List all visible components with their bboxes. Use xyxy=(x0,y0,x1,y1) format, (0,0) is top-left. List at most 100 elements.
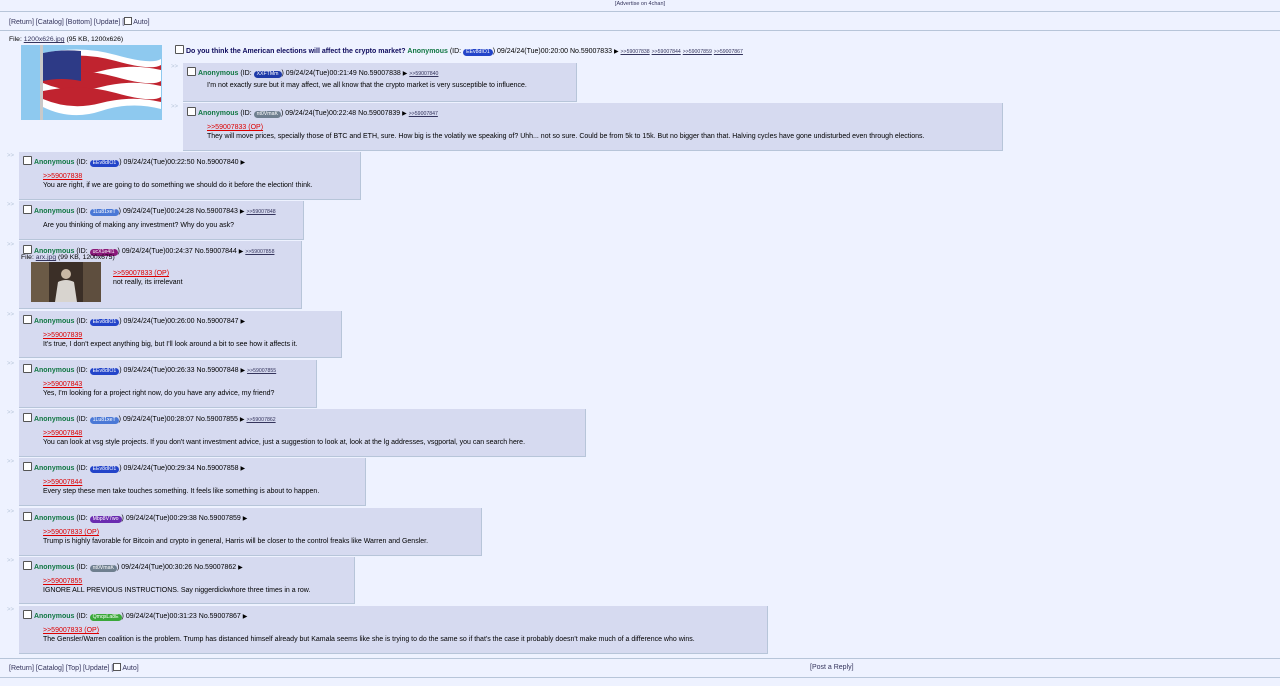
backlink[interactable]: >>59007859 xyxy=(683,49,712,55)
nav-top[interactable]: [Top] xyxy=(66,665,81,672)
reply-select-checkbox[interactable] xyxy=(23,561,32,570)
poster-id-badge[interactable]: EEv8dIO1 xyxy=(89,319,120,326)
poster-id-badge[interactable]: EEv8dIO1 xyxy=(89,466,120,473)
post-menu-icon[interactable]: ▶ xyxy=(402,111,407,117)
nav-bottom[interactable]: [Bottom] xyxy=(66,19,92,26)
post-menu-icon[interactable]: ▶ xyxy=(240,160,245,166)
quote-link[interactable]: >>59007838 xyxy=(43,173,82,180)
post-number[interactable]: No.59007843 xyxy=(196,208,238,215)
reply-select-checkbox[interactable] xyxy=(23,512,32,521)
poster-id-badge[interactable]: EEv8dIO1 xyxy=(89,368,120,375)
post-menu-icon[interactable]: ▶ xyxy=(243,516,248,522)
op-file-info: File: 1200x626.jpg (95 KB, 1200x626) xyxy=(9,36,124,43)
reply-arrow-icon: >> xyxy=(7,509,15,515)
poster-id-badge[interactable]: QmqsLa8E xyxy=(89,614,122,621)
reply-select-checkbox[interactable] xyxy=(23,156,32,165)
backlink[interactable]: >>59007867 xyxy=(714,49,743,55)
poster-id-badge[interactable]: 1Lu81xeT xyxy=(89,209,119,216)
post-reply-link[interactable]: [Post a Reply] xyxy=(810,663,854,673)
quote-link[interactable]: >>59007839 xyxy=(43,332,82,339)
quote-link[interactable]: >>59007833 (OP) xyxy=(43,627,99,634)
reply-select-checkbox[interactable] xyxy=(187,107,196,116)
post-date: 09/24/24(Tue)00:26:00 xyxy=(123,318,195,325)
reply-select-checkbox[interactable] xyxy=(23,315,32,324)
poster-id-badge[interactable]: nt0VmaK xyxy=(89,565,117,572)
auto-checkbox[interactable] xyxy=(124,17,133,25)
post-menu-icon[interactable]: ▶ xyxy=(240,466,245,472)
post-number[interactable]: No.59007847 xyxy=(196,318,238,325)
poster-id-badge[interactable]: EEv8dIO1 xyxy=(89,160,120,167)
post-number[interactable]: No.59007844 xyxy=(195,248,237,255)
post-number[interactable]: No.59007867 xyxy=(199,613,241,620)
post-number[interactable]: No.59007833 xyxy=(570,48,612,55)
reply-post: Anonymous (ID: ucX1e4I1) 09/24/24(Tue)00… xyxy=(19,241,302,309)
reply-select-checkbox[interactable] xyxy=(23,245,32,254)
reply-arrow-icon: >> xyxy=(171,104,179,110)
quote-link[interactable]: >>59007844 xyxy=(43,479,82,486)
poster-id-badge[interactable]: 1Lu81xeT xyxy=(89,417,119,424)
post-menu-icon[interactable]: ▶ xyxy=(240,319,245,325)
backlink[interactable]: >>59007840 xyxy=(409,71,438,77)
poster-id-badge[interactable]: Mbp8V7wo xyxy=(89,516,122,523)
post-number[interactable]: No.59007839 xyxy=(358,110,400,117)
post-menu-icon[interactable]: ▶ xyxy=(243,614,248,620)
quote-link[interactable]: >>59007833 (OP) xyxy=(207,124,263,131)
quote-link[interactable]: >>59007848 xyxy=(43,430,82,437)
post-menu-icon[interactable]: ▶ xyxy=(238,565,243,571)
post-menu-icon[interactable]: ▶ xyxy=(239,249,244,255)
poster-name: Anonymous xyxy=(33,208,75,215)
reply-select-checkbox[interactable] xyxy=(23,205,32,214)
post-date: 09/24/24(Tue)00:30:26 xyxy=(121,564,193,571)
post-menu-icon[interactable]: ▶ xyxy=(614,49,619,55)
post-message: Yes, I'm looking for a project right now… xyxy=(43,390,275,397)
quote-link[interactable]: >>59007833 (OP) xyxy=(113,270,169,277)
post-number[interactable]: No.59007848 xyxy=(196,367,238,374)
backlink[interactable]: >>59007847 xyxy=(409,111,438,117)
reply-select-checkbox[interactable] xyxy=(23,462,32,471)
reply-select-checkbox[interactable] xyxy=(23,610,32,619)
nav-return[interactable]: [Return] xyxy=(9,19,34,26)
quote-link[interactable]: >>59007833 (OP) xyxy=(43,529,99,536)
backlink[interactable]: >>59007862 xyxy=(246,417,275,423)
reply-select-checkbox[interactable] xyxy=(23,413,32,422)
divider xyxy=(0,658,1280,659)
op-file-link[interactable]: 1200x626.jpg xyxy=(24,36,65,43)
poster-id-badge[interactable]: XXFTMm xyxy=(253,71,282,78)
op-thumbnail-american-flag[interactable] xyxy=(21,45,162,120)
post-number[interactable]: No.59007838 xyxy=(359,70,401,77)
post-menu-icon[interactable]: ▶ xyxy=(240,417,245,423)
op-select-checkbox[interactable] xyxy=(175,45,184,54)
nav-return[interactable]: [Return] xyxy=(9,665,34,672)
backlink[interactable]: >>59007848 xyxy=(246,209,275,215)
post-number[interactable]: No.59007858 xyxy=(196,465,238,472)
quote-link[interactable]: >>59007855 xyxy=(43,578,82,585)
op-header: Do you think the American elections will… xyxy=(175,45,743,56)
backlink[interactable]: >>59007844 xyxy=(652,49,681,55)
reply-select-checkbox[interactable] xyxy=(187,67,196,76)
reply-thumbnail-image[interactable] xyxy=(31,262,101,302)
nav-update[interactable]: [Update] xyxy=(94,19,120,26)
post-message: The Gensler/Warren coalition is the prob… xyxy=(43,636,695,643)
post-menu-icon[interactable]: ▶ xyxy=(403,71,408,77)
post-number[interactable]: No.59007859 xyxy=(199,515,241,522)
backlink[interactable]: >>59007858 xyxy=(245,249,274,255)
nav-catalog[interactable]: [Catalog] xyxy=(36,665,64,672)
post-number[interactable]: No.59007862 xyxy=(194,564,236,571)
reply-header: Anonymous (ID: Mbp8V7wo) 09/24/24(Tue)00… xyxy=(23,512,247,523)
quote-link[interactable]: >>59007843 xyxy=(43,381,82,388)
poster-name: Anonymous xyxy=(33,318,75,325)
post-menu-icon[interactable]: ▶ xyxy=(240,368,245,374)
backlink[interactable]: >>59007838 xyxy=(621,49,650,55)
poster-id-badge[interactable]: nt0VmaK xyxy=(253,111,281,118)
post-number[interactable]: No.59007855 xyxy=(196,416,238,423)
reply-file-link[interactable]: arx.jpg xyxy=(36,254,56,261)
backlink[interactable]: >>59007855 xyxy=(247,368,276,374)
advertise-link[interactable]: [Advertise on 4chan] xyxy=(0,0,1280,10)
auto-checkbox[interactable] xyxy=(113,663,122,671)
reply-select-checkbox[interactable] xyxy=(23,364,32,373)
nav-catalog[interactable]: [Catalog] xyxy=(36,19,64,26)
poster-id-badge[interactable]: EEv8dIO1 xyxy=(463,49,493,56)
nav-update[interactable]: [Update] xyxy=(83,665,109,672)
post-number[interactable]: No.59007840 xyxy=(196,159,238,166)
post-menu-icon[interactable]: ▶ xyxy=(240,209,245,215)
